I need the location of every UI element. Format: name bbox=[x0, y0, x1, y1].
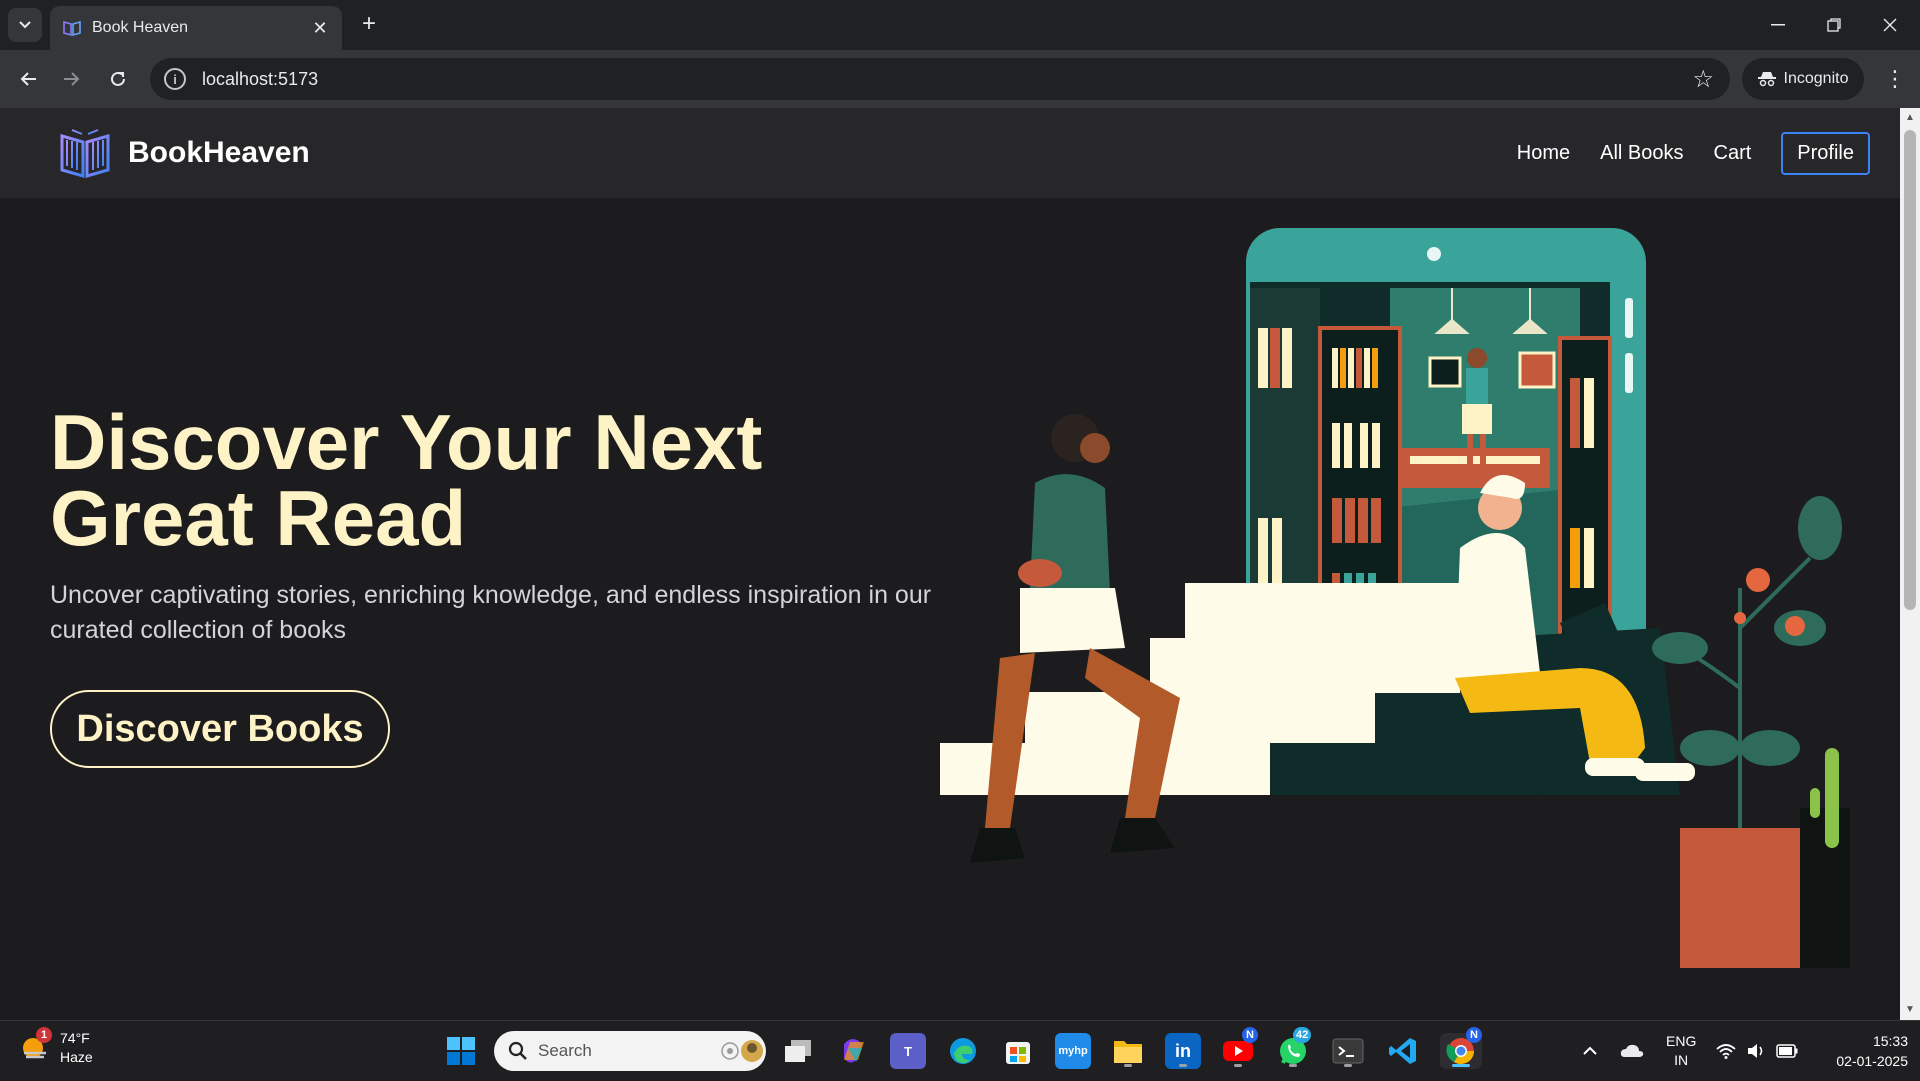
bookmark-star-icon[interactable]: ☆ bbox=[1692, 65, 1714, 94]
teams-icon[interactable]: T bbox=[890, 1033, 926, 1069]
page-scrollbar[interactable]: ▲ ▼ bbox=[1900, 108, 1920, 1020]
search-highlight-icon bbox=[721, 1040, 763, 1062]
incognito-label: Incognito bbox=[1783, 70, 1849, 87]
task-view-icon[interactable] bbox=[780, 1033, 816, 1069]
youtube-icon[interactable]: N bbox=[1220, 1027, 1258, 1069]
scroll-up-icon[interactable]: ▲ bbox=[1904, 112, 1916, 126]
weather-temp: 74°F bbox=[60, 1030, 90, 1046]
windows-taskbar: 1 74°F Haze Search T myhp in N 42 N ENG … bbox=[0, 1020, 1920, 1080]
microsoft-store-icon[interactable] bbox=[1000, 1033, 1036, 1069]
profile-button[interactable]: Profile bbox=[1781, 131, 1870, 175]
restore-button[interactable] bbox=[1806, 8, 1862, 42]
arrow-right-icon bbox=[64, 72, 80, 86]
book-favicon-icon bbox=[63, 20, 81, 37]
close-window-button[interactable] bbox=[1862, 8, 1918, 42]
browser-tab-bar: Book Heaven ✕ + bbox=[0, 0, 1920, 50]
tray-overflow-icon[interactable] bbox=[1582, 1021, 1598, 1081]
nav-link-cart[interactable]: Cart bbox=[1714, 142, 1752, 165]
frame-left bbox=[1428, 356, 1462, 388]
chrome-badge: N bbox=[1466, 1027, 1482, 1043]
terminal-icon[interactable] bbox=[1330, 1033, 1366, 1069]
nav-link-all-books[interactable]: All Books bbox=[1600, 142, 1683, 165]
wifi-icon bbox=[1716, 1044, 1736, 1059]
whatsapp-icon[interactable]: 42 bbox=[1275, 1027, 1312, 1069]
url-text[interactable]: localhost:5173 bbox=[202, 69, 1692, 90]
onedrive-icon[interactable] bbox=[1620, 1021, 1644, 1081]
nav-links: Home All Books Cart Profile bbox=[1517, 131, 1870, 175]
scroll-down-icon[interactable]: ▼ bbox=[1904, 1004, 1916, 1018]
scrollbar-thumb[interactable] bbox=[1904, 130, 1916, 610]
clock-time: 15:33 bbox=[1872, 1033, 1908, 1049]
site-navbar: BookHeaven Home All Books Cart Profile bbox=[0, 108, 1900, 198]
phone-camera bbox=[1427, 247, 1441, 261]
walking-woman-figure bbox=[970, 414, 1180, 863]
chrome-icon[interactable]: N bbox=[1440, 1027, 1482, 1069]
counter-books bbox=[1410, 456, 1540, 464]
lang-top: ENG bbox=[1666, 1033, 1697, 1049]
battery-icon bbox=[1776, 1044, 1798, 1058]
store-counter bbox=[1400, 448, 1550, 488]
tab-search-button[interactable] bbox=[8, 8, 42, 42]
whatsapp-badge: 42 bbox=[1293, 1027, 1312, 1043]
browser-menu-icon[interactable]: ⋮ bbox=[1880, 63, 1910, 95]
taskbar-search-box[interactable]: Search bbox=[494, 1031, 766, 1071]
weather-badge: 1 bbox=[36, 1027, 52, 1043]
browser-tab[interactable]: Book Heaven ✕ bbox=[50, 6, 342, 50]
vscode-icon[interactable] bbox=[1385, 1033, 1421, 1069]
close-tab-icon[interactable]: ✕ bbox=[310, 18, 330, 39]
tab-title: Book Heaven bbox=[92, 19, 189, 36]
chevron-down-icon bbox=[19, 21, 31, 29]
weather-sun-icon: 1 bbox=[20, 1027, 52, 1063]
open-book-logo-icon bbox=[60, 129, 110, 178]
file-explorer-icon[interactable] bbox=[1110, 1033, 1146, 1069]
reload-button[interactable] bbox=[102, 63, 134, 95]
incognito-indicator[interactable]: Incognito bbox=[1742, 58, 1864, 100]
volume-icon bbox=[1748, 1044, 1763, 1058]
new-tab-button[interactable]: + bbox=[354, 10, 384, 40]
address-bar[interactable]: i localhost:5173 ☆ bbox=[150, 58, 1730, 100]
brand[interactable]: BookHeaven bbox=[58, 126, 310, 180]
youtube-badge: N bbox=[1242, 1027, 1258, 1043]
hero-subtitle: Uncover captivating stories, enriching k… bbox=[50, 581, 932, 644]
back-button[interactable] bbox=[12, 63, 44, 95]
system-tray-icons[interactable] bbox=[1716, 1021, 1798, 1081]
arrow-left-icon bbox=[20, 72, 36, 86]
phone-button-b bbox=[1625, 353, 1633, 393]
incognito-icon bbox=[1757, 72, 1776, 87]
page-viewport: BookHeaven Home All Books Cart Profile D… bbox=[0, 108, 1900, 1020]
discover-books-button[interactable]: Discover Books bbox=[50, 690, 390, 768]
minimize-icon bbox=[1771, 24, 1785, 26]
weather-desc: Haze bbox=[60, 1049, 93, 1065]
restore-icon bbox=[1827, 18, 1841, 32]
reload-icon bbox=[111, 71, 125, 86]
taskbar-clock[interactable]: 15:33 02-01-2025 bbox=[1812, 1031, 1908, 1071]
language-indicator[interactable]: ENG IN bbox=[1666, 1021, 1696, 1081]
minimize-button[interactable] bbox=[1750, 8, 1806, 42]
frame-right bbox=[1518, 351, 1556, 389]
hero-title: Discover Your Next Great Read bbox=[50, 398, 763, 562]
myhp-icon[interactable]: myhp bbox=[1055, 1033, 1091, 1069]
forward-button[interactable] bbox=[56, 63, 88, 95]
weather-widget[interactable]: 1 74°F Haze bbox=[20, 1027, 93, 1067]
clock-date: 02-01-2025 bbox=[1836, 1053, 1908, 1069]
browser-toolbar: i localhost:5173 ☆ Incognito ⋮ bbox=[0, 50, 1920, 108]
close-icon bbox=[1883, 18, 1897, 32]
copilot-icon[interactable] bbox=[835, 1033, 871, 1069]
edge-icon[interactable] bbox=[945, 1033, 981, 1069]
site-info-icon[interactable]: i bbox=[164, 68, 186, 90]
search-icon bbox=[508, 1041, 527, 1060]
nav-link-home[interactable]: Home bbox=[1517, 142, 1570, 165]
phone-button-a bbox=[1625, 298, 1633, 338]
hero-illustration bbox=[940, 228, 1850, 968]
windows-start-icon[interactable] bbox=[445, 1035, 477, 1067]
lang-bottom: IN bbox=[1674, 1052, 1689, 1068]
linkedin-icon[interactable]: in bbox=[1165, 1033, 1201, 1069]
potted-plants bbox=[1652, 496, 1850, 968]
brand-name: BookHeaven bbox=[128, 136, 310, 169]
search-placeholder: Search bbox=[538, 1041, 592, 1060]
